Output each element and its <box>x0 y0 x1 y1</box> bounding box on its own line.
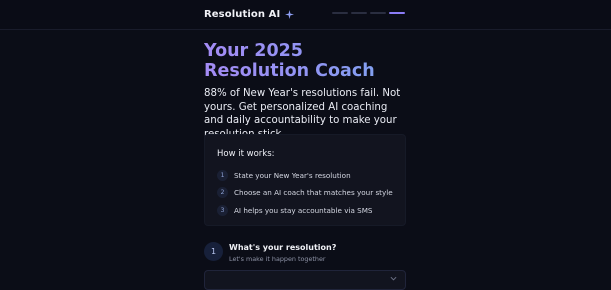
page-subtitle: 88% of New Year's resolutions fail. Not … <box>204 88 401 140</box>
question-title: What's your resolution? <box>229 243 337 252</box>
step-progress-indicator <box>332 12 405 14</box>
progress-segment-2 <box>351 12 367 14</box>
brand: Resolution AI <box>204 8 295 21</box>
step-text: AI helps you stay accountable via SMS <box>234 205 373 215</box>
step-item-2: 2 Choose an AI coach that matches your s… <box>217 186 393 198</box>
brand-name: Resolution AI <box>204 9 281 20</box>
step-number-badge: 3 <box>217 204 228 216</box>
step-text: State your New Year's resolution <box>234 170 351 180</box>
page-title: Your 2025 Resolution Coach <box>204 41 414 81</box>
sparkle-icon <box>285 10 295 19</box>
resolution-select[interactable] <box>204 270 406 290</box>
question-number-badge: 1 <box>204 242 223 261</box>
step-number-badge: 1 <box>217 169 228 181</box>
step-item-3: 3 AI helps you stay accountable via SMS <box>217 204 372 216</box>
how-it-works-card: How it works: 1 State your New Year's re… <box>204 134 406 226</box>
step-text: Choose an AI coach that matches your sty… <box>234 187 393 197</box>
question-subtitle: Let's make it happen together <box>229 255 326 263</box>
progress-segment-4-active <box>389 12 405 14</box>
how-it-works-title: How it works: <box>217 149 275 159</box>
progress-segment-3 <box>370 12 386 14</box>
chevron-down-icon <box>390 276 397 281</box>
step-number-badge: 2 <box>217 186 228 198</box>
top-nav-bar: Resolution AI <box>0 0 611 30</box>
step-item-1: 1 State your New Year's resolution <box>217 169 351 181</box>
progress-segment-1 <box>332 12 348 14</box>
